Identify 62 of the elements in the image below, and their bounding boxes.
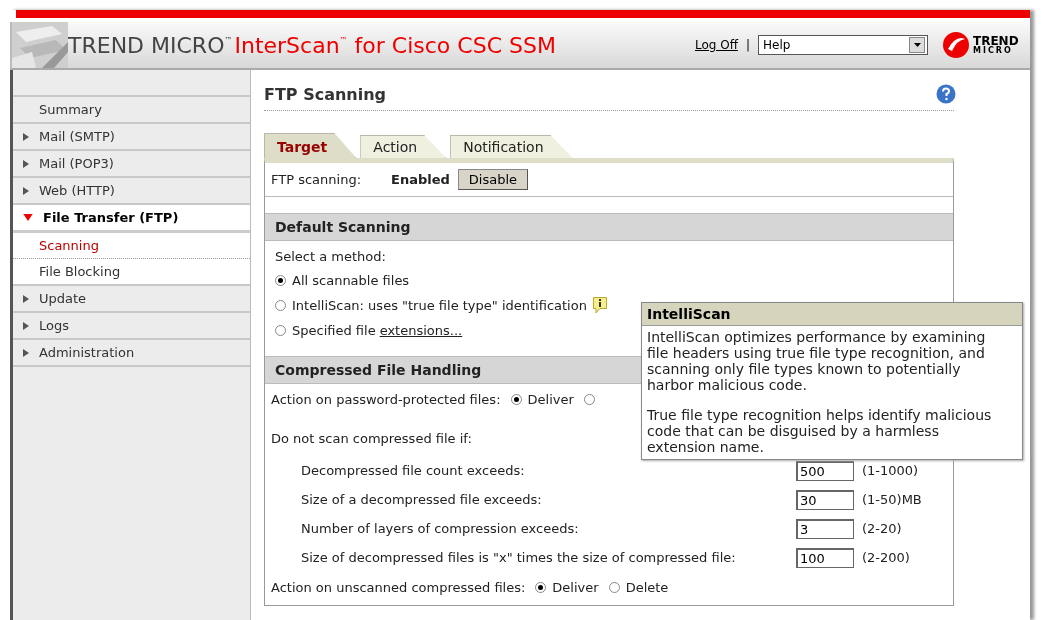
page-title: FTP Scanning: [264, 84, 387, 104]
range-hint: (1-50)MB: [862, 492, 922, 507]
caret-right-icon: [23, 132, 29, 141]
caret-icon: [913, 43, 921, 47]
extensions-link[interactable]: extensions...: [379, 323, 463, 338]
field-label: FTP scanning:: [271, 172, 361, 187]
nav-item[interactable]: File Transfer (FTP): [13, 205, 250, 233]
option-label: IntelliScan: uses "true file type" identification: [292, 298, 587, 313]
product-name: InterScan$^{™}$ for Cisco CSC SSM: [234, 32, 556, 58]
tab[interactable]: Notification: [450, 135, 573, 158]
tab[interactable]: Action: [360, 135, 447, 158]
separator: |: [745, 38, 750, 52]
radio-button[interactable]: [275, 325, 286, 336]
nav-subitem[interactable]: Scanning: [13, 233, 250, 259]
number-field[interactable]: 30: [796, 489, 854, 510]
option-label: Delete: [625, 580, 669, 595]
option-label: Deliver: [552, 580, 599, 595]
radio-button[interactable]: [275, 300, 286, 311]
caret-right-icon: [23, 159, 29, 168]
help-icon[interactable]: [936, 84, 956, 104]
prompt-text: Select a method:: [274, 248, 387, 266]
range-hint: (2-20): [862, 521, 902, 536]
tooltip-title: IntelliScan: [642, 303, 1022, 326]
nav-subitem[interactable]: File Blocking: [13, 259, 250, 286]
caret-right-icon: [23, 186, 29, 195]
caret-right-icon: [23, 321, 29, 330]
disable-button[interactable]: Disable: [457, 169, 529, 190]
help-dropdown[interactable]: Help: [758, 35, 928, 55]
range-hint: (1-1000): [862, 463, 919, 478]
log-off-link[interactable]: Log Off: [695, 38, 738, 52]
logo-text: TREND: [973, 35, 1019, 47]
number-field[interactable]: 500: [796, 460, 854, 481]
logo-subtext: MICRO: [973, 47, 1014, 55]
radio-button[interactable]: [535, 582, 547, 593]
range-hint: (2-200): [862, 550, 910, 565]
caret-down-icon: [23, 214, 33, 221]
caret-right-icon: [23, 294, 29, 303]
radio-button[interactable]: [275, 275, 286, 286]
number-field[interactable]: 100: [796, 547, 854, 568]
logo-icon: [942, 31, 970, 59]
field-label: Action on unscanned compressed files:: [271, 580, 526, 595]
tooltip-text: True file type recognition helps identify malicious code that can be disguised by a harmless extension name.: [646, 406, 993, 457]
status-value: Enabled: [391, 172, 450, 187]
field-label: Action on password-protected files:: [271, 392, 501, 407]
field-label: Decompressed file count exceeds:: [301, 463, 525, 478]
section-header: Default Scanning: [265, 213, 953, 241]
field-label: Size of decompressed files is "x" times the size of compressed file:: [301, 550, 736, 565]
radio-button[interactable]: [608, 582, 620, 593]
option-label: All scannable files: [292, 273, 410, 288]
field-label: Number of layers of compression exceeds:: [301, 521, 579, 536]
field-label: Size of a decompressed file exceeds:: [301, 492, 542, 507]
brand-name: TREND MICRO$^{™}$: [68, 32, 233, 58]
info-icon[interactable]: [592, 297, 607, 314]
section-text: Do not scan compressed file if:: [271, 431, 472, 446]
header-graphic-drawing: [12, 22, 68, 68]
caret-right-icon: [23, 348, 29, 357]
number-field[interactable]: 3: [796, 518, 854, 539]
tab[interactable]: Target: [264, 133, 357, 158]
radio-button[interactable]: [583, 394, 595, 405]
option-label: Specified file: [292, 323, 376, 338]
radio-button[interactable]: [510, 394, 522, 405]
option-label: Deliver: [527, 392, 574, 407]
